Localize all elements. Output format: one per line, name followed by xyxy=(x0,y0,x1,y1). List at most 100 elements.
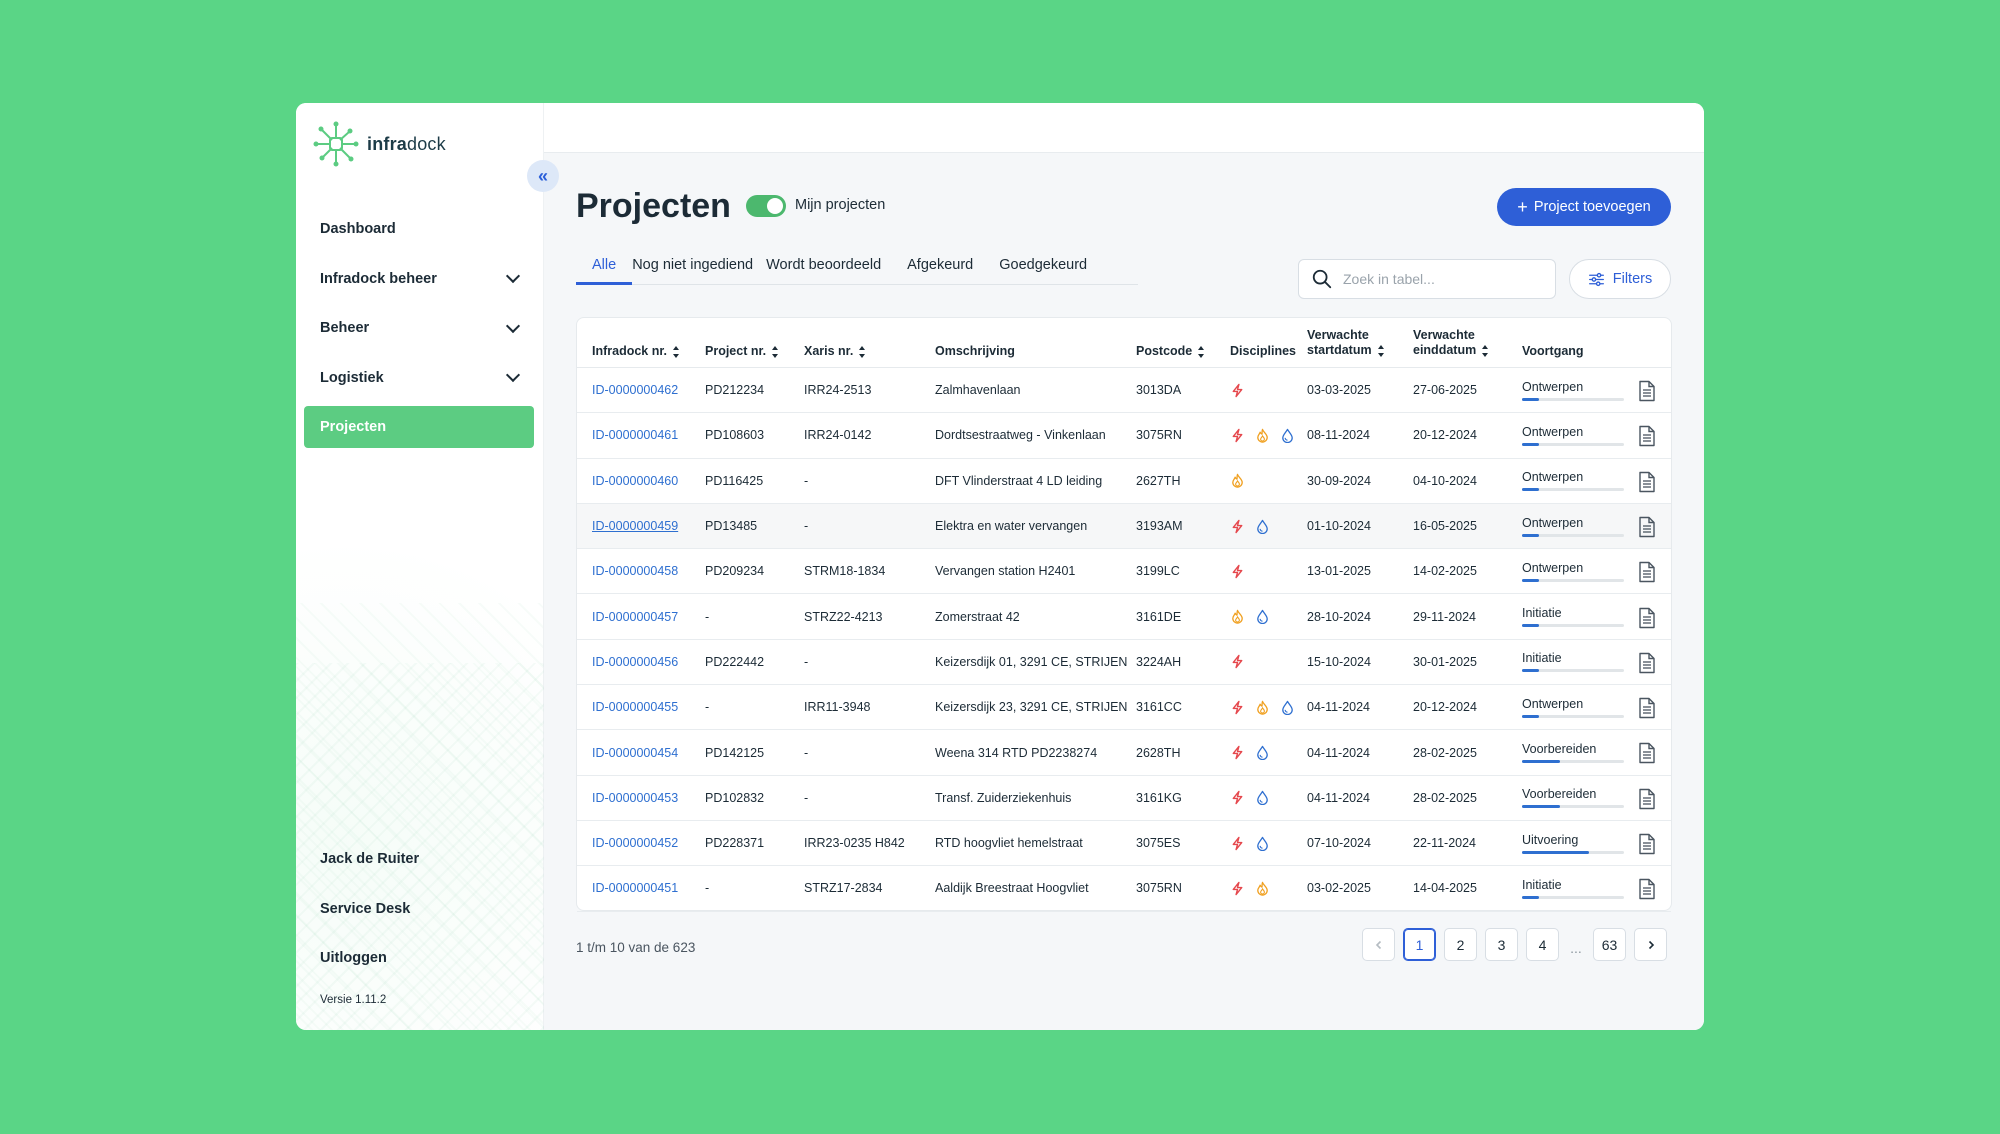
document-icon[interactable] xyxy=(1637,788,1657,810)
xaris-nr-cell: STRZ22-4213 xyxy=(804,595,883,639)
sidebar-item-logistiek[interactable]: Logistiek xyxy=(304,357,534,399)
infradock-id-link[interactable]: ID-0000000453 xyxy=(592,776,678,820)
end-date-cell: 20-12-2024 xyxy=(1413,685,1477,729)
page-button-3[interactable]: 3 xyxy=(1485,928,1518,961)
col-end-date[interactable]: Verwachte einddatum xyxy=(1413,328,1489,358)
project-nr-cell-text: PD108603 xyxy=(705,428,765,443)
col-infradock-nr[interactable]: Infradock nr. xyxy=(592,344,680,359)
col-start-date[interactable]: Verwachte startdatum xyxy=(1307,328,1385,358)
col-xaris-nr[interactable]: Xaris nr. xyxy=(804,344,866,359)
table-row[interactable]: ID-0000000455 - IRR11-3948 Keizersdijk 23, … xyxy=(577,685,1671,731)
sidebar-item-infradock-beheer[interactable]: Infradock beheer xyxy=(304,258,534,300)
tab-goedgekeurd[interactable]: Goedgekeurd xyxy=(999,253,1087,285)
infradock-id-link-text[interactable]: ID-0000000454 xyxy=(592,746,678,760)
document-icon[interactable] xyxy=(1637,561,1657,583)
xaris-nr-cell-text: IRR11-3948 xyxy=(804,700,871,715)
logout-link[interactable]: Uitloggen xyxy=(320,950,419,1000)
infradock-id-link[interactable]: ID-0000000455 xyxy=(592,685,678,729)
infradock-id-link[interactable]: ID-0000000458 xyxy=(592,549,678,593)
progress-cell: Ontwerpen xyxy=(1522,504,1624,548)
postcode-cell-text: 3199LC xyxy=(1136,564,1180,579)
tab-alle[interactable]: Alle xyxy=(576,253,633,285)
document-icon[interactable] xyxy=(1637,878,1657,900)
table-row[interactable]: ID-0000000457 - STRZ22-4213 Zomerstraat 42 3… xyxy=(577,595,1671,640)
infradock-id-link-text[interactable]: ID-0000000455 xyxy=(592,700,678,714)
table-row[interactable]: ID-0000000458 PD209234 STRM18-1834 Vervange… xyxy=(577,549,1671,595)
infradock-id-link[interactable]: ID-0000000462 xyxy=(592,368,678,412)
infradock-id-link-text[interactable]: ID-0000000461 xyxy=(592,428,678,442)
sidebar-item-dashboard[interactable]: Dashboard xyxy=(304,208,534,250)
infradock-id-link-text[interactable]: ID-0000000451 xyxy=(592,881,678,895)
infradock-id-link[interactable]: ID-0000000456 xyxy=(592,640,678,684)
project-nr-cell-text: PD212234 xyxy=(705,383,765,398)
document-icon[interactable] xyxy=(1637,471,1657,493)
table-row[interactable]: ID-0000000459 PD13485 - Elektra en water ve… xyxy=(577,503,1671,550)
electricity-icon xyxy=(1232,564,1243,579)
infradock-id-link-text[interactable]: ID-0000000457 xyxy=(592,610,678,624)
water-icon xyxy=(1257,836,1268,851)
table-row[interactable]: ID-0000000453 PD102832 - Transf. Zuiderziek… xyxy=(577,776,1671,821)
xaris-nr-cell: - xyxy=(804,776,808,820)
infradock-id-link[interactable]: ID-0000000460 xyxy=(592,459,678,503)
collapse-sidebar-button[interactable]: « xyxy=(527,160,559,192)
search-input[interactable] xyxy=(1343,271,1533,287)
infradock-id-link-text[interactable]: ID-0000000460 xyxy=(592,474,678,488)
page-button-2[interactable]: 2 xyxy=(1444,928,1477,961)
infradock-id-link[interactable]: ID-0000000454 xyxy=(592,730,678,774)
document-icon[interactable] xyxy=(1637,697,1657,719)
col-postcode[interactable]: Postcode xyxy=(1136,344,1205,359)
table-row[interactable]: ID-0000000460 PD116425 - DFT Vlinderstraat … xyxy=(577,459,1671,504)
my-projects-toggle[interactable] xyxy=(746,195,786,217)
infradock-id-link-text[interactable]: ID-0000000456 xyxy=(592,655,678,669)
tab-afgekeurd[interactable]: Afgekeurd xyxy=(907,253,973,285)
gas-icon xyxy=(1257,881,1268,896)
tab-wordt-beoordeeld[interactable]: Wordt beoordeeld xyxy=(766,253,881,285)
infradock-id-link-text[interactable]: ID-0000000452 xyxy=(592,836,678,850)
infradock-id-link-text[interactable]: ID-0000000458 xyxy=(592,564,678,578)
table-row[interactable]: ID-0000000456 PD222442 - Keizersdijk 01, 32… xyxy=(577,640,1671,686)
infradock-id-link[interactable]: ID-0000000461 xyxy=(592,413,678,457)
infradock-id-link-text[interactable]: ID-0000000462 xyxy=(592,383,678,397)
service-desk-link[interactable]: Service Desk xyxy=(320,901,419,951)
document-icon[interactable] xyxy=(1637,425,1657,447)
add-project-button[interactable]: + Project toevoegen xyxy=(1497,188,1671,226)
end-date-cell: 14-04-2025 xyxy=(1413,866,1477,910)
page-button-last[interactable]: 63 xyxy=(1593,928,1626,961)
col-project-nr[interactable]: Project nr. xyxy=(705,344,779,359)
status-tabs: Alle Nog niet ingediend Wordt beoordeeld Af… xyxy=(576,253,1138,285)
user-name-link[interactable]: Jack de Ruiter xyxy=(320,851,419,901)
next-page-button[interactable] xyxy=(1634,928,1667,961)
sidebar: infradock Dashboard Infradock beheer Behee… xyxy=(296,103,544,1030)
document-icon[interactable] xyxy=(1637,833,1657,855)
description-cell-text: Vervangen station H2401 xyxy=(935,564,1076,579)
logo[interactable]: infradock xyxy=(311,119,446,169)
page-button-4[interactable]: 4 xyxy=(1526,928,1559,961)
table-row[interactable]: ID-0000000451 - STRZ17-2834 Aaldijk Breestr… xyxy=(577,866,1671,912)
sidebar-item-beheer[interactable]: Beheer xyxy=(304,307,534,349)
infradock-id-link[interactable]: ID-0000000459 xyxy=(592,504,678,548)
document-icon[interactable] xyxy=(1637,652,1657,674)
table-row[interactable]: ID-0000000452 PD228371 IRR23-0235 H842 RTD … xyxy=(577,821,1671,867)
document-icon[interactable] xyxy=(1637,607,1657,629)
table-row[interactable]: ID-0000000462 PD212234 IRR24-2513 Zalmhaven… xyxy=(577,368,1671,414)
start-date-cell-text: 03-03-2025 xyxy=(1307,383,1371,398)
table-row[interactable]: ID-0000000454 PD142125 - Weena 314 RTD PD22… xyxy=(577,730,1671,776)
page-button-1[interactable]: 1 xyxy=(1403,928,1436,961)
infradock-id-link-text[interactable]: ID-0000000453 xyxy=(592,791,678,805)
postcode-cell: 3161CC xyxy=(1136,685,1182,729)
infradock-id-link[interactable]: ID-0000000451 xyxy=(592,866,678,910)
prev-page-button[interactable] xyxy=(1362,928,1395,961)
document-icon[interactable] xyxy=(1637,742,1657,764)
xaris-nr-cell-text: - xyxy=(804,790,809,805)
filters-button[interactable]: Filters xyxy=(1569,259,1671,299)
infradock-id-link[interactable]: ID-0000000452 xyxy=(592,821,678,865)
postcode-cell: 3199LC xyxy=(1136,549,1180,593)
document-icon[interactable] xyxy=(1637,516,1657,538)
document-icon[interactable] xyxy=(1637,380,1657,402)
infradock-id-link-text[interactable]: ID-0000000459 xyxy=(592,519,678,533)
tab-nog-niet-ingediend[interactable]: Nog niet ingediend xyxy=(632,253,753,285)
table-row[interactable]: ID-0000000461 PD108603 IRR24-0142 Dordtsest… xyxy=(577,413,1671,459)
sidebar-item-projecten[interactable]: Projecten xyxy=(304,406,534,448)
add-project-label: Project toevoegen xyxy=(1533,199,1651,215)
infradock-id-link[interactable]: ID-0000000457 xyxy=(592,595,678,639)
